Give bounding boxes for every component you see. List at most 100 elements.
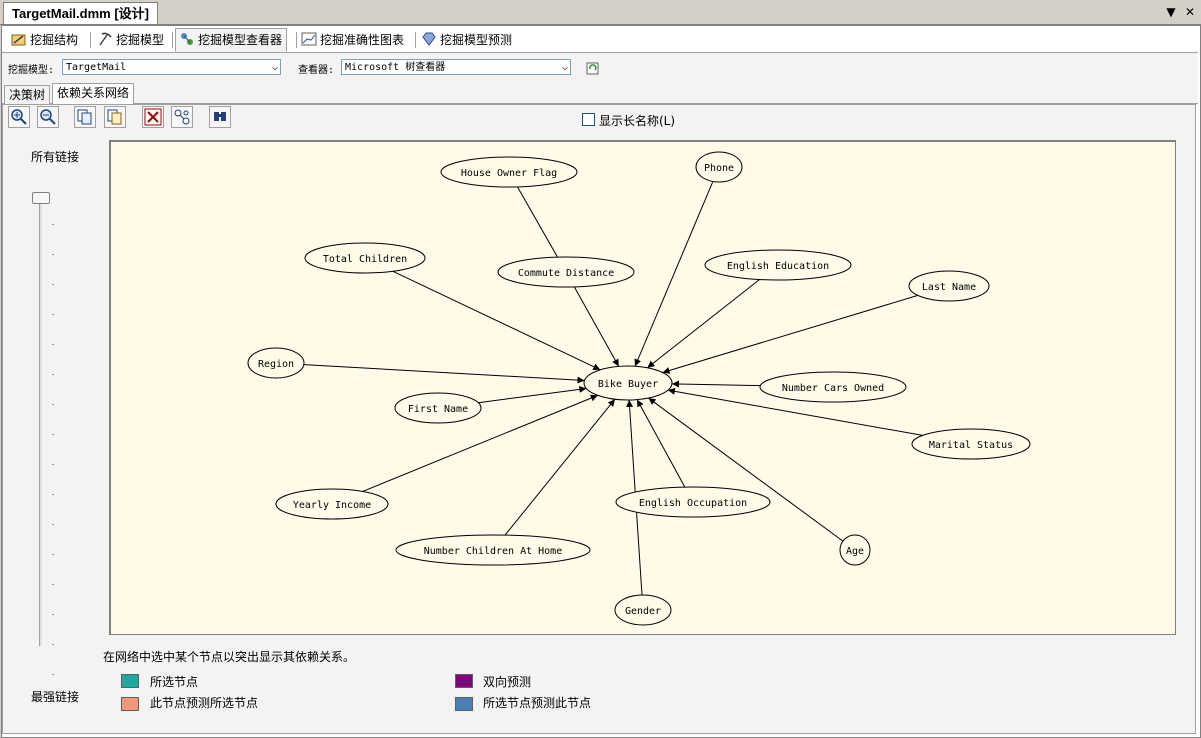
network-node[interactable]: Yearly Income xyxy=(275,488,389,520)
find-node-icon[interactable] xyxy=(209,106,231,128)
chart-icon xyxy=(301,31,317,46)
svg-text:Marital Status: Marital Status xyxy=(929,440,1013,451)
dependency-edge xyxy=(671,380,761,388)
viewer-label: 查看器: xyxy=(298,65,335,76)
slider-tick xyxy=(52,524,54,525)
copy-graph-icon[interactable] xyxy=(104,106,126,128)
fit-to-window-icon[interactable] xyxy=(142,106,164,128)
svg-text:Region: Region xyxy=(258,359,294,370)
svg-text:First Name: First Name xyxy=(408,404,468,415)
diamond-icon xyxy=(421,31,437,46)
dependency-edge xyxy=(517,186,558,258)
legend-swatch-selected xyxy=(121,674,139,688)
svg-text:English Education: English Education xyxy=(727,261,829,272)
legend-swatch-predicts-selected xyxy=(121,697,139,711)
network-node[interactable]: English Occupation xyxy=(615,486,771,518)
tab-label: 挖掘模型预测 xyxy=(440,33,513,47)
slider-tick xyxy=(52,674,54,675)
network-node[interactable]: Gender xyxy=(614,594,672,626)
network-node[interactable]: First Name xyxy=(394,392,482,424)
slider-tick xyxy=(52,614,54,615)
tab-mining-structure[interactable]: 挖掘结构 xyxy=(8,29,82,51)
slider-tick xyxy=(52,344,54,345)
legend-label-both: 双向预测 xyxy=(483,675,532,689)
document-tab[interactable]: TargetMail.dmm [设计] xyxy=(3,2,158,24)
slider-tick xyxy=(52,314,54,315)
dropdown-icon[interactable]: ▼ xyxy=(1163,4,1179,20)
legend-label-predicts-selected: 此节点预测所选节点 xyxy=(150,696,259,710)
tab-decision-tree[interactable]: 决策树 xyxy=(4,85,51,104)
slider-tick xyxy=(52,464,54,465)
viewer-icon xyxy=(179,31,195,45)
mining-model-label: 挖掘模型: xyxy=(8,65,55,76)
tab-label: 挖掘模型查看器 xyxy=(198,33,283,47)
network-node[interactable]: Age xyxy=(839,534,871,566)
svg-text:House Owner Flag: House Owner Flag xyxy=(461,168,557,179)
chevron-down-icon: ⌵ xyxy=(271,62,278,73)
slider-thumb[interactable] xyxy=(32,192,50,204)
dependency-edge xyxy=(303,364,585,384)
refresh-icon[interactable] xyxy=(586,61,600,75)
center-graph-icon[interactable] xyxy=(171,106,193,128)
network-node[interactable]: Region xyxy=(247,347,305,379)
dependency-edge xyxy=(636,399,686,488)
tab-label: 挖掘结构 xyxy=(30,33,79,47)
tab-mining-models[interactable]: 挖掘模型 xyxy=(94,29,168,51)
tab-label: 挖掘准确性图表 xyxy=(320,33,405,47)
slider-tick xyxy=(52,374,54,375)
network-node[interactable]: Phone xyxy=(695,151,743,183)
dependency-edge xyxy=(504,398,616,536)
dependency-edge xyxy=(478,385,587,404)
network-graph: Bike Buyer House Owner Flag Phone Total Chi… xyxy=(247,151,1031,626)
slider-tick xyxy=(52,284,54,285)
show-long-names-checkbox[interactable] xyxy=(582,113,595,126)
slider-tick xyxy=(52,554,54,555)
close-icon[interactable]: ✕ xyxy=(1182,4,1198,20)
tab-label: 挖掘模型 xyxy=(116,33,165,47)
network-node[interactable]: Commute Distance xyxy=(497,256,635,288)
legend-swatch-selected-predicts xyxy=(455,697,473,711)
network-node[interactable]: House Owner Flag xyxy=(440,156,578,188)
dependency-edge xyxy=(648,397,844,542)
pickaxe-icon xyxy=(97,31,113,46)
tab-mining-accuracy-chart[interactable]: 挖掘准确性图表 xyxy=(298,29,408,51)
tab-mining-model-prediction[interactable]: 挖掘模型预测 xyxy=(418,29,516,51)
network-node[interactable]: Number Cars Owned xyxy=(759,371,907,403)
tab-dependency-network[interactable]: 依赖关系网络 xyxy=(52,83,135,104)
mining-model-select[interactable]: TargetMail ⌵ xyxy=(62,59,281,75)
svg-text:Phone: Phone xyxy=(704,163,734,174)
chevron-down-icon: ⌵ xyxy=(561,62,568,73)
dependency-edge xyxy=(647,279,760,369)
network-node[interactable]: Last Name xyxy=(908,270,990,302)
svg-text:Total Children: Total Children xyxy=(323,254,407,265)
structure-icon xyxy=(11,31,27,46)
legend-swatch-both xyxy=(455,674,473,688)
slider-tick xyxy=(52,434,54,435)
slider-tick xyxy=(52,404,54,405)
network-node[interactable]: Total Children xyxy=(304,242,426,274)
svg-text:Commute Distance: Commute Distance xyxy=(518,268,614,279)
svg-text:Yearly Income: Yearly Income xyxy=(293,500,371,511)
dependency-network-canvas[interactable]: Bike Buyer House Owner Flag Phone Total Chi… xyxy=(109,140,1176,635)
dependency-edge xyxy=(634,181,714,367)
zoom-in-icon[interactable] xyxy=(8,106,30,128)
show-long-names-label[interactable]: 显示长名称(L) xyxy=(599,112,675,129)
viewer-select[interactable]: Microsoft 树查看器 ⌵ xyxy=(341,59,571,75)
network-node[interactable]: Marital Status xyxy=(911,428,1031,460)
network-node-center[interactable]: Bike Buyer xyxy=(583,365,673,401)
svg-text:Number Cars Owned: Number Cars Owned xyxy=(782,383,884,394)
viewer-tabs: 决策树 依赖关系网络 xyxy=(2,83,1198,104)
link-strength-slider[interactable] xyxy=(39,196,42,646)
copy-icon[interactable] xyxy=(74,106,96,128)
dependency-edge xyxy=(662,294,918,374)
mining-model-value: TargetMail xyxy=(66,62,127,73)
network-node[interactable]: English Education xyxy=(704,249,852,281)
network-node[interactable]: Number Children At Home xyxy=(395,534,591,566)
zoom-out-icon[interactable] xyxy=(37,106,59,128)
slider-tick xyxy=(52,224,54,225)
document-tab-strip xyxy=(0,0,1201,25)
strongest-links-label: 最强链接 xyxy=(31,690,80,704)
hint-text: 在网络中选中某个节点以突出显示其依赖关系。 xyxy=(103,650,356,664)
tab-mining-model-viewer[interactable]: 挖掘模型查看器 xyxy=(175,28,288,52)
all-links-label: 所有链接 xyxy=(31,150,80,164)
